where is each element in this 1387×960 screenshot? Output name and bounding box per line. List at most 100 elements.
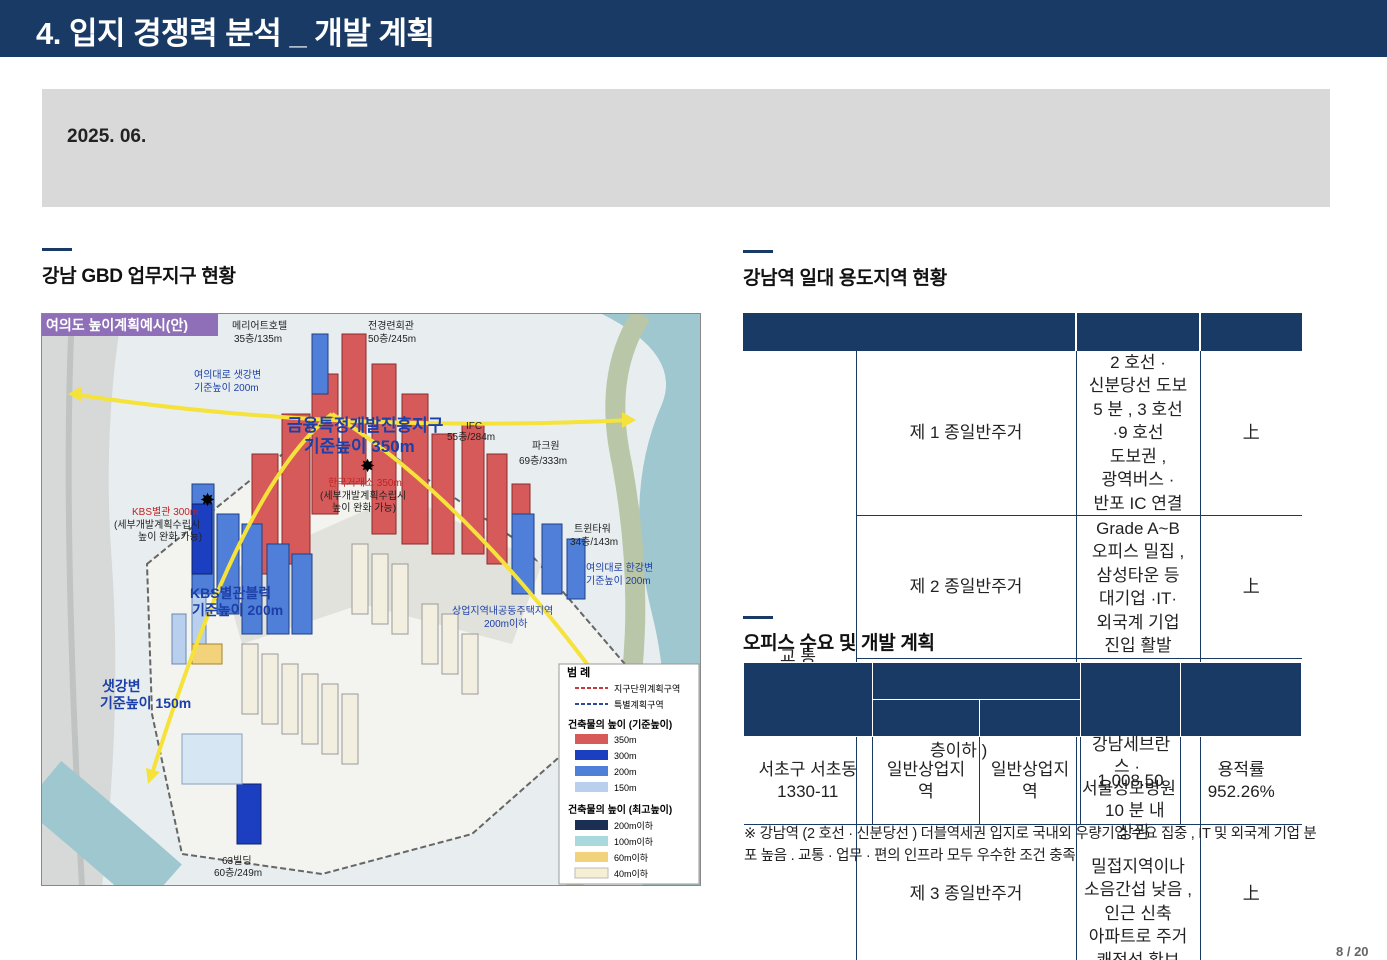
desc-line: 도보권 , bbox=[1109, 446, 1167, 466]
label-meridian: 메리어트호텔 bbox=[232, 320, 287, 332]
legend-title: 범 례 bbox=[567, 665, 590, 679]
desc-line: Grade A~B bbox=[1096, 518, 1180, 538]
map-legend: 범 례 지구단위계획구역 특별계획구역 건축물의 높이 (기준높이) 350m … bbox=[558, 663, 700, 885]
overlap-text: 스 · bbox=[1114, 757, 1141, 776]
section-heading-zoning: 강남역 일대 용도지역 현황 bbox=[743, 268, 947, 289]
star-icon: ✸ bbox=[360, 456, 375, 477]
header-cell bbox=[872, 699, 980, 737]
section-accent-bar bbox=[743, 250, 773, 253]
label-kbs-block-h: 기준높이 200m bbox=[192, 602, 283, 618]
desc-cell: Grade A~B 오피스 밀집 , 삼성타운 등 대기업 ·IT· 외국계 기… bbox=[1075, 515, 1200, 659]
header-cell bbox=[872, 662, 1081, 700]
label-meridian-h: 35층/135m bbox=[234, 333, 282, 345]
label-hanguk-sub2: 높이 완화 가능) bbox=[332, 502, 396, 514]
label-commercial: 상업지역내공동주택지역 bbox=[452, 604, 553, 617]
zoning-table-header bbox=[743, 313, 1302, 351]
legend-base-title: 건축물의 높이 (기준높이) bbox=[568, 718, 672, 731]
label-kbs: KBS별관 300m bbox=[132, 506, 198, 518]
label-saetgang: 샛강변 bbox=[102, 678, 141, 694]
label-commercial-h: 200m이하 bbox=[484, 617, 527, 630]
height-plan-map: ✸ ✸ 여의도 높이계획예시(안) 메리어트호텔 35층/135m 전경련회관 … bbox=[41, 313, 701, 886]
section-heading-office: 오피스 수요 및 개발 계획 bbox=[743, 633, 935, 654]
legend-base-150: 150m bbox=[614, 783, 637, 793]
section-accent-bar bbox=[743, 616, 773, 619]
legend-max-200: 200m이하 bbox=[614, 821, 654, 831]
desc-line: 2 호선 · bbox=[1110, 352, 1166, 372]
legend-item: 지구단위계획구역 bbox=[614, 683, 680, 694]
desc-line: 오피스 밀집 , bbox=[1091, 542, 1185, 561]
star-icon: ✸ bbox=[200, 490, 215, 511]
zone-line: 역 bbox=[918, 781, 934, 801]
label-twin: 트윈타워 bbox=[574, 522, 611, 535]
zone-line: 역 bbox=[1022, 781, 1038, 801]
title-bar: 4. 입지 경쟁력 분석 _ 개발 계획 bbox=[0, 0, 1387, 57]
far-label: 용적률 bbox=[1217, 759, 1265, 779]
label-twin-h: 34층/143m bbox=[570, 536, 618, 548]
legend-item: 특별계획구역 bbox=[614, 699, 664, 710]
overlap-text: 강남세브란 bbox=[1092, 735, 1171, 754]
label-saetgang-h: 기준높이 150m bbox=[100, 695, 191, 711]
label-ifc: IFC bbox=[466, 421, 482, 432]
header-cell bbox=[743, 662, 873, 737]
legend-base-350: 350m bbox=[614, 735, 637, 745]
overlap-text: 서울성모병원 bbox=[1082, 779, 1176, 798]
desc-line: 신분당선 도보 bbox=[1088, 376, 1188, 395]
header-cell bbox=[1080, 662, 1181, 737]
map-tag: 여의도 높이계획예시(안) bbox=[46, 317, 188, 333]
legend-base-300: 300m bbox=[614, 751, 637, 761]
legend-max-title: 건축물의 높이 (최고높이) bbox=[568, 803, 672, 816]
desc-line: 광역버스 · bbox=[1101, 470, 1175, 489]
grade-cell: 上 bbox=[1199, 350, 1302, 516]
label-finance: 금융특정개발진흥지구 bbox=[287, 415, 444, 435]
label-yeouidaero2: 여의대로 한강변 bbox=[586, 562, 653, 574]
header-cell bbox=[1076, 313, 1201, 351]
label-kbs-sub1: (세부개발계획수립시 bbox=[114, 518, 200, 531]
zone-line: 일반상업지 bbox=[990, 759, 1070, 779]
legend-base-200: 200m bbox=[614, 767, 637, 777]
legend-max-40: 40m이하 bbox=[614, 869, 649, 879]
label-finance-h: 기준높이 350m bbox=[304, 437, 415, 456]
address-line: 서초구 서초동 bbox=[758, 759, 858, 779]
legend-max-100: 100m이하 bbox=[614, 837, 654, 847]
office-table-header bbox=[743, 662, 1302, 737]
label-63: 63빌딩 bbox=[222, 855, 252, 867]
report-date: 2025. 06. bbox=[67, 126, 147, 147]
label-jeongyeong: 전경련회관 bbox=[368, 319, 414, 332]
legend-max-60: 60m이하 bbox=[614, 853, 649, 863]
date-box: 2025. 06. bbox=[42, 89, 1330, 207]
grade-cell: 上 bbox=[1199, 515, 1302, 659]
label-kbs-block: KBS별관블럭 bbox=[190, 585, 271, 601]
desc-line: ·9 호선 bbox=[1112, 423, 1164, 442]
header-cell bbox=[1200, 313, 1302, 351]
far-value: 952.26% bbox=[1207, 781, 1275, 801]
label-63-h: 60층/249m bbox=[214, 867, 262, 879]
section-heading-gbd: 강남 GBD 업무지구 현황 bbox=[42, 266, 236, 287]
label-ifc-h: 55층/284m bbox=[447, 431, 495, 443]
table-row: 서초구 서초동 1330-11 일반상업지 역 일반상업지 역 1,008.50… bbox=[743, 736, 1302, 825]
desc-line: 대기업 ·IT· bbox=[1098, 589, 1178, 608]
overlap-text: 층이하 ) bbox=[930, 741, 988, 760]
header-cell bbox=[979, 699, 1081, 737]
address-line: 1330-11 bbox=[777, 781, 839, 801]
office-table: 서초구 서초동 1330-11 일반상업지 역 일반상업지 역 1,008.50… bbox=[743, 662, 1302, 825]
label-yeouidaero-h: 기준높이 200m bbox=[194, 382, 259, 394]
label-hanguk: 한국거래소 350m bbox=[328, 477, 402, 489]
desc-line: 반포 IC 연결 bbox=[1093, 493, 1183, 513]
label-yeouidaero2-h: 기준높이 200m bbox=[586, 575, 651, 587]
footnote: ※ 강남역 (2 호선 · 신분당선 ) 더블역세권 입지로 국내외 우량기업 … bbox=[744, 826, 1317, 864]
table-row: 제 1 종일반주거 2 호선 · 신분당선 도보 5 분 , 3 호선 ·9 호… bbox=[743, 350, 1302, 516]
label-kbs-sub2: 높이 완화 가능) bbox=[138, 531, 202, 543]
label-hanguk-sub1: (세부개발계획수립시 bbox=[320, 489, 406, 502]
desc-line: 5 분 , 3 호선 bbox=[1093, 399, 1183, 419]
far-cell: 용적률 952.26% bbox=[1180, 736, 1302, 825]
desc-cell: 2 호선 · 신분당선 도보 5 분 , 3 호선 ·9 호선 도보권 , 광역… bbox=[1075, 350, 1200, 516]
label-parkone: 파크원 bbox=[532, 440, 560, 452]
overlap-text: 10 분 내 bbox=[1105, 801, 1165, 820]
label-yeouidaero: 여의대로 샛강변 bbox=[194, 369, 261, 381]
zone-cell: 일반상업지 역 bbox=[979, 736, 1081, 825]
desc-line: 인근 신축 bbox=[1104, 903, 1172, 923]
section-accent-bar bbox=[42, 248, 72, 251]
page-title: 4. 입지 경쟁력 분석 _ 개발 계획 bbox=[36, 16, 435, 51]
address-cell: 서초구 서초동 1330-11 bbox=[744, 737, 873, 825]
map-illustration: ✸ ✸ 여의도 높이계획예시(안) 메리어트호텔 35층/135m 전경련회관 … bbox=[42, 314, 700, 885]
